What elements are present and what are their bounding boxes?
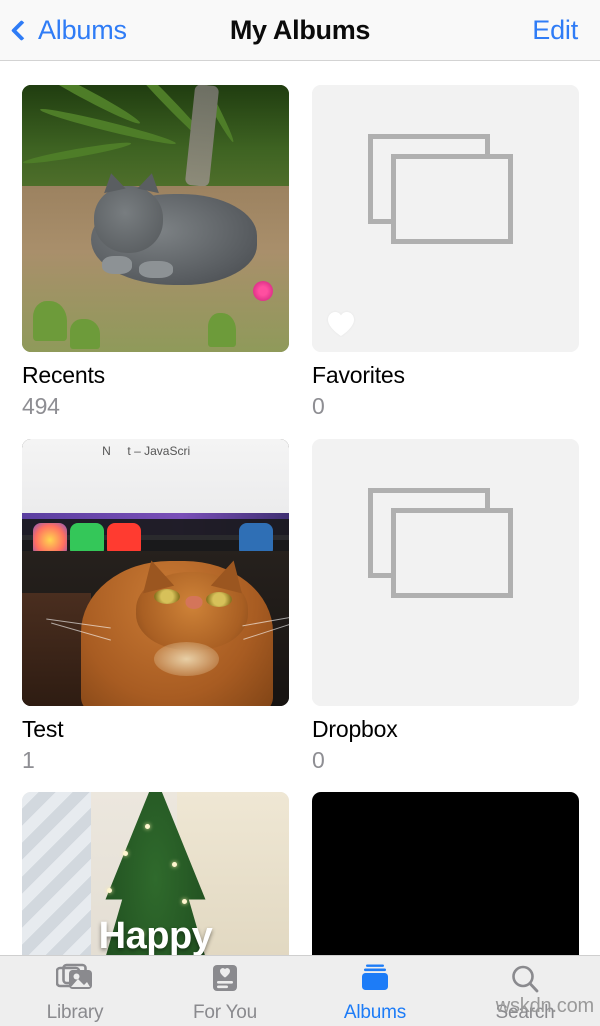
photo-gray-cat-in-garden	[22, 85, 289, 352]
album-count: 0	[312, 746, 325, 773]
albums-stack-icon	[356, 963, 394, 997]
empty-album-placeholder	[312, 438, 579, 706]
album-thumbnail[interactable]	[312, 85, 579, 352]
photo-overlay-text: Happy	[98, 915, 213, 955]
album-title: Recents	[22, 362, 105, 388]
watermark: wskdn.com	[495, 995, 594, 1017]
tab-library[interactable]: Library	[0, 963, 150, 1024]
photos-albums-screen: Albums My Albums Edit Recents 494 Favori…	[0, 0, 600, 1026]
album-thumbnail[interactable]: Happy	[22, 792, 289, 955]
heart-icon	[328, 312, 354, 336]
album-title: Dropbox	[312, 715, 398, 742]
tab-for-you[interactable]: For You	[150, 963, 300, 1024]
heart-card-icon	[206, 963, 244, 997]
tab-label: For You	[192, 1002, 258, 1023]
photo-stack-icon	[55, 963, 94, 997]
tab-label: Albums	[343, 1002, 407, 1023]
album-thumbnail[interactable]	[312, 792, 579, 955]
tab-albums[interactable]: Albums	[300, 963, 450, 1024]
album-thumbnail[interactable]: N t – JavaScri	[22, 438, 289, 706]
album-count: 494	[22, 393, 60, 420]
tab-label: Library	[46, 1002, 104, 1023]
album-thumbnail[interactable]	[312, 438, 579, 706]
album-count: 1	[22, 746, 35, 773]
photo-christmas-tree: Happy	[22, 792, 289, 955]
album-count: 0	[312, 393, 325, 420]
photo-black-frame	[312, 792, 579, 955]
album-thumbnail[interactable]	[22, 85, 289, 352]
album-item[interactable]	[312, 792, 579, 955]
album-grid: Recents 494 Favorites 0 N t – JavaScri T…	[0, 62, 600, 955]
album-item[interactable]: Happy	[22, 792, 289, 955]
navigation-bar: Albums My Albums Edit	[0, 0, 600, 61]
album-title: Test	[22, 715, 64, 742]
album-item[interactable]: Recents 494	[22, 85, 289, 420]
album-item[interactable]: Favorites 0	[312, 85, 579, 420]
album-item[interactable]: N t – JavaScri Test 1	[22, 438, 289, 774]
album-title: Favorites	[312, 362, 405, 388]
page-title: My Albums	[229, 14, 371, 45]
edit-button[interactable]: Edit	[532, 15, 578, 46]
album-item[interactable]: Dropbox 0	[312, 438, 579, 774]
magnifier-icon	[506, 963, 544, 997]
photo-orange-tabby-at-desk: N t – JavaScri	[22, 438, 289, 706]
